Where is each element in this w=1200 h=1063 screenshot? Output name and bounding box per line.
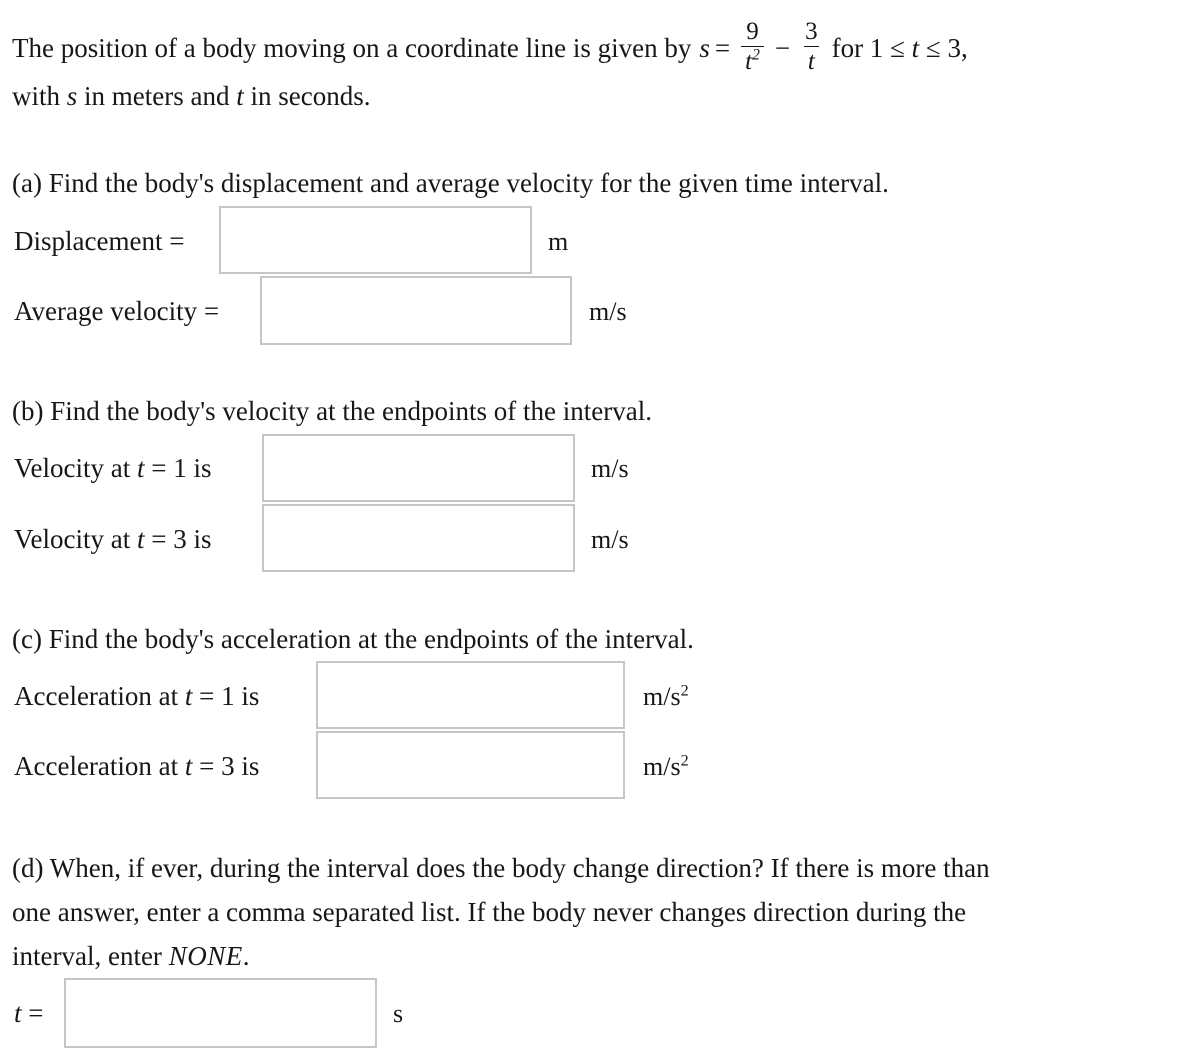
part-c-prompt: (c) Find the body's acceleration at the … xyxy=(12,624,694,654)
acceleration-t1-input[interactable] xyxy=(318,663,623,727)
worksheet-page: The position of a body moving on a coord… xyxy=(0,0,1200,1063)
problem-intro-text: The position of a body moving on a coord… xyxy=(12,32,692,63)
part-a-row2-unit: m/s xyxy=(589,297,627,326)
part-a-row1-unit: m xyxy=(548,227,569,256)
displacement-input[interactable] xyxy=(221,208,530,272)
part-a-prompt: (a) Find the body's displacement and ave… xyxy=(12,168,889,198)
part-b-prompt: (b) Find the body's velocity at the endp… xyxy=(12,396,652,426)
problem-units-line: with s in meters and t in seconds. xyxy=(12,81,371,111)
formula-term-2: 3 t xyxy=(801,19,822,75)
part-c-row1-value: 1 xyxy=(221,681,235,711)
part-b-row1-label: Velocity at t = 1 is xyxy=(14,453,212,483)
part-d-prompt-line3: interval, enter NONE. xyxy=(12,941,250,971)
formula-term-1: 9 t2 xyxy=(741,19,764,75)
part-a-row1-label: Displacement = xyxy=(14,226,185,256)
problem-statement-line1: The position of a body moving on a coord… xyxy=(12,19,968,76)
part-d-prompt-line2: one answer, enter a comma separated list… xyxy=(12,897,967,927)
formula-lhs: s xyxy=(699,32,710,63)
part-d-row-unit: s xyxy=(393,999,404,1028)
part-d-row-label: t = xyxy=(14,998,44,1028)
part-b-row1-var: t xyxy=(136,453,145,483)
part-c-row2-unit-exponent: 2 xyxy=(680,752,689,770)
average-velocity-input-box[interactable] xyxy=(260,276,572,345)
part-b-row2-label: Velocity at t = 3 is xyxy=(14,524,212,554)
part-c-row1-unit-exponent: 2 xyxy=(680,682,689,700)
part-c-row1-var: t xyxy=(184,681,193,711)
part-b-row2-var: t xyxy=(136,524,145,554)
average-velocity-input[interactable] xyxy=(262,278,570,343)
velocity-t3-input[interactable] xyxy=(264,506,573,570)
part-c-row1-label: Acceleration at t = 1 is xyxy=(14,681,260,711)
part-a-row2-label: Average velocity = xyxy=(14,296,220,326)
part-b-row2-value: 3 xyxy=(173,524,187,554)
formula-term1-denominator-exponent: 2 xyxy=(752,46,760,64)
part-c-row2-label: Acceleration at t = 3 is xyxy=(14,751,260,781)
part-b-row1-value: 1 xyxy=(173,453,187,483)
velocity-t1-input-box[interactable] xyxy=(262,434,575,502)
displacement-input-box[interactable] xyxy=(219,206,532,274)
formula-term2-denominator: t xyxy=(803,46,819,75)
formula-domain: for 1 ≤ t ≤ 3, xyxy=(831,32,968,63)
velocity-t3-input-box[interactable] xyxy=(262,504,575,572)
part-b-row2-unit: m/s xyxy=(591,525,629,554)
part-c-row2-unit: m/s2 xyxy=(643,752,689,781)
part-d-none-keyword: NONE xyxy=(168,941,243,971)
part-c-row2-value: 3 xyxy=(221,751,235,781)
part-b-row1-unit: m/s xyxy=(591,454,629,483)
formula-term2-numerator: 3 xyxy=(805,18,818,45)
direction-change-time-input-box[interactable] xyxy=(64,978,377,1048)
part-c-row1-unit: m/s2 xyxy=(643,682,689,711)
part-d-var: t xyxy=(14,998,22,1028)
part-d-prompt-line1: (d) When, if ever, during the interval d… xyxy=(12,853,990,883)
formula-term1-numerator: 9 xyxy=(746,18,759,45)
formula-equals: = xyxy=(714,32,731,63)
direction-change-time-input[interactable] xyxy=(66,980,375,1046)
velocity-t1-input[interactable] xyxy=(264,436,573,500)
acceleration-t1-input-box[interactable] xyxy=(316,661,625,729)
acceleration-t3-input-box[interactable] xyxy=(316,731,625,799)
part-c-row2-var: t xyxy=(184,751,193,781)
formula-term1-denominator: t2 xyxy=(741,46,764,75)
formula-operator: − xyxy=(774,32,791,63)
acceleration-t3-input[interactable] xyxy=(318,733,623,797)
